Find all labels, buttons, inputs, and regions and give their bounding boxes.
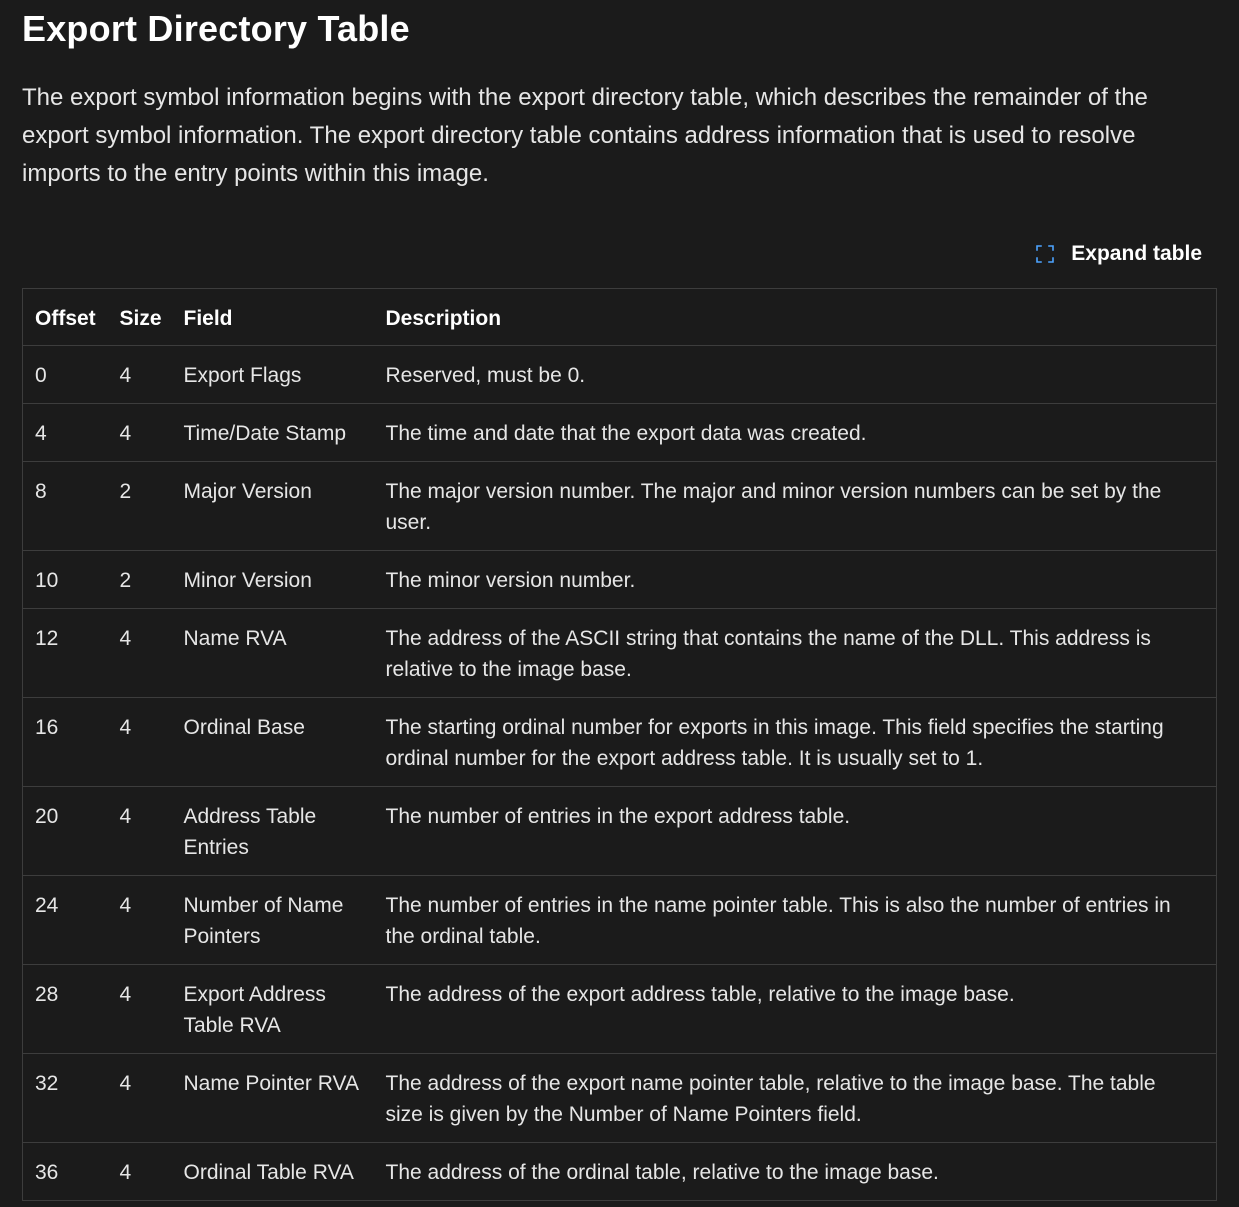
- table-row: 24 4 Number of Name Pointers The number of …: [22, 875, 1217, 965]
- table-row: 36 4 Ordinal Table RVA The address of the o…: [22, 1142, 1217, 1201]
- column-header-field: Field: [171, 288, 374, 346]
- cell-size: 2: [107, 550, 172, 609]
- cell-field: Minor Version: [171, 550, 374, 609]
- table-row: 32 4 Name Pointer RVA The address of the ex…: [22, 1053, 1217, 1143]
- cell-field: Export Address Table RVA: [171, 964, 374, 1054]
- cell-size: 4: [107, 875, 172, 965]
- cell-offset: 20: [22, 786, 108, 876]
- cell-offset: 4: [22, 403, 108, 462]
- cell-description: Reserved, must be 0.: [373, 345, 1217, 404]
- cell-description: The major version number. The major and …: [373, 461, 1217, 551]
- expand-icon: [1036, 245, 1055, 263]
- expand-table-label: Expand table: [1071, 242, 1202, 265]
- cell-description: The address of the export name pointer t…: [373, 1053, 1217, 1143]
- cell-size: 4: [107, 1053, 172, 1143]
- cell-size: 4: [107, 697, 172, 787]
- table-row: 4 4 Time/Date Stamp The time and date that …: [22, 403, 1217, 462]
- cell-description: The address of the ordinal table, relati…: [373, 1142, 1217, 1201]
- expand-table-button[interactable]: Expand table: [1035, 238, 1202, 270]
- cell-description: The address of the ASCII string that con…: [373, 608, 1217, 698]
- cell-field: Ordinal Base: [171, 697, 374, 787]
- cell-size: 4: [107, 403, 172, 462]
- cell-offset: 36: [22, 1142, 108, 1201]
- cell-field: Export Flags: [171, 345, 374, 404]
- cell-description: The address of the export address table,…: [373, 964, 1217, 1054]
- table-row: 0 4 Export Flags Reserved, must be 0.: [22, 345, 1217, 404]
- column-header-size: Size: [107, 288, 172, 346]
- cell-size: 4: [107, 608, 172, 698]
- cell-field: Address Table Entries: [171, 786, 374, 876]
- table-body: 0 4 Export Flags Reserved, must be 0. 4 4 Time…: [22, 345, 1217, 1201]
- cell-size: 4: [107, 1142, 172, 1201]
- cell-description: The number of entries in the name pointe…: [373, 875, 1217, 965]
- cell-field: Name RVA: [171, 608, 374, 698]
- table-row: 10 2 Minor Version The minor version number…: [22, 550, 1217, 609]
- cell-offset: 24: [22, 875, 108, 965]
- cell-size: 2: [107, 461, 172, 551]
- cell-offset: 28: [22, 964, 108, 1054]
- column-header-offset: Offset: [22, 288, 108, 346]
- cell-field: Ordinal Table RVA: [171, 1142, 374, 1201]
- cell-description: The starting ordinal number for exports …: [373, 697, 1217, 787]
- cell-offset: 8: [22, 461, 108, 551]
- export-directory-table: Offset Size Field Description 0 4 Export F…: [22, 288, 1217, 1201]
- cell-offset: 10: [22, 550, 108, 609]
- cell-size: 4: [107, 345, 172, 404]
- table-row: 20 4 Address Table Entries The number of en…: [22, 786, 1217, 876]
- cell-offset: 32: [22, 1053, 108, 1143]
- column-header-description: Description: [373, 288, 1217, 346]
- cell-description: The minor version number.: [373, 550, 1217, 609]
- cell-field: Major Version: [171, 461, 374, 551]
- table-row: 12 4 Name RVA The address of the ASCII stri…: [22, 608, 1217, 698]
- cell-description: The number of entries in the export addr…: [373, 786, 1217, 876]
- cell-size: 4: [107, 964, 172, 1054]
- table-row: 28 4 Export Address Table RVA The address o…: [22, 964, 1217, 1054]
- cell-offset: 0: [22, 345, 108, 404]
- table-row: 16 4 Ordinal Base The starting ordinal numb…: [22, 697, 1217, 787]
- cell-description: The time and date that the export data w…: [373, 403, 1217, 462]
- table-header-row: Offset Size Field Description: [22, 288, 1217, 346]
- cell-field: Number of Name Pointers: [171, 875, 374, 965]
- table-row: 8 2 Major Version The major version number.…: [22, 461, 1217, 551]
- cell-field: Time/Date Stamp: [171, 403, 374, 462]
- cell-offset: 16: [22, 697, 108, 787]
- cell-field: Name Pointer RVA: [171, 1053, 374, 1143]
- intro-paragraph: The export symbol information begins wit…: [22, 84, 1148, 187]
- page-title: Export Directory Table: [22, 8, 410, 49]
- cell-offset: 12: [22, 608, 108, 698]
- cell-size: 4: [107, 786, 172, 876]
